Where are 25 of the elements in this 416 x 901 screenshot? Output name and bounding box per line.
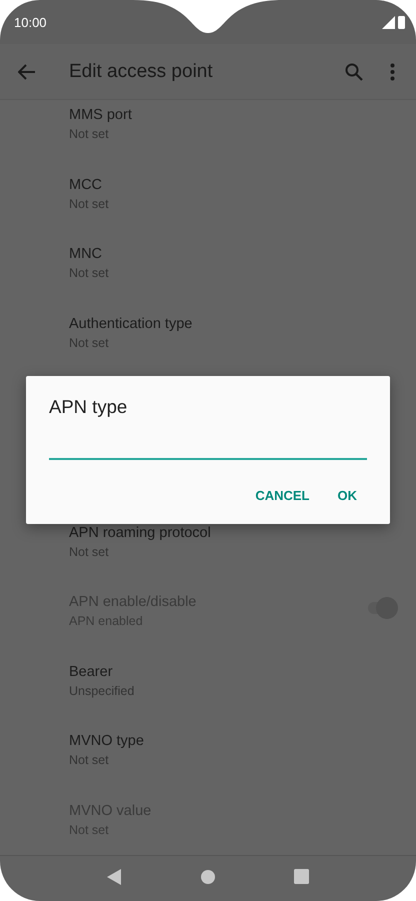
setting-title: MCC bbox=[69, 176, 104, 195]
back-arrow-icon bbox=[18, 64, 36, 80]
home-button[interactable] bbox=[200, 870, 215, 884]
dialog-button[interactable]: OK bbox=[338, 488, 357, 503]
signal-icon bbox=[382, 16, 395, 28]
screen-title: Edit access point bbox=[69, 60, 214, 82]
battery-icon bbox=[398, 16, 405, 28]
dialog-button[interactable]: CANCEL bbox=[255, 488, 310, 503]
dialog-title: APN type bbox=[49, 396, 128, 418]
back-triangle-icon bbox=[107, 868, 122, 884]
home-circle-icon bbox=[200, 870, 215, 884]
setting-title: Authentication type bbox=[69, 314, 192, 334]
search-button[interactable] bbox=[344, 62, 364, 82]
recents-button[interactable] bbox=[294, 869, 309, 884]
more-icon bbox=[390, 62, 394, 80]
setting-title: MNC bbox=[69, 245, 104, 264]
recents-square-icon bbox=[294, 869, 309, 884]
back-button[interactable] bbox=[18, 64, 36, 80]
setting-title: APN roaming protocol bbox=[69, 524, 211, 543]
setting-title: Bearer bbox=[69, 662, 114, 682]
clock: 10:00 bbox=[14, 15, 47, 30]
back-nav-button[interactable] bbox=[107, 868, 122, 884]
setting-title: MVNO type bbox=[69, 732, 144, 752]
setting-title: MMS port bbox=[69, 106, 132, 125]
search-icon bbox=[345, 62, 363, 80]
